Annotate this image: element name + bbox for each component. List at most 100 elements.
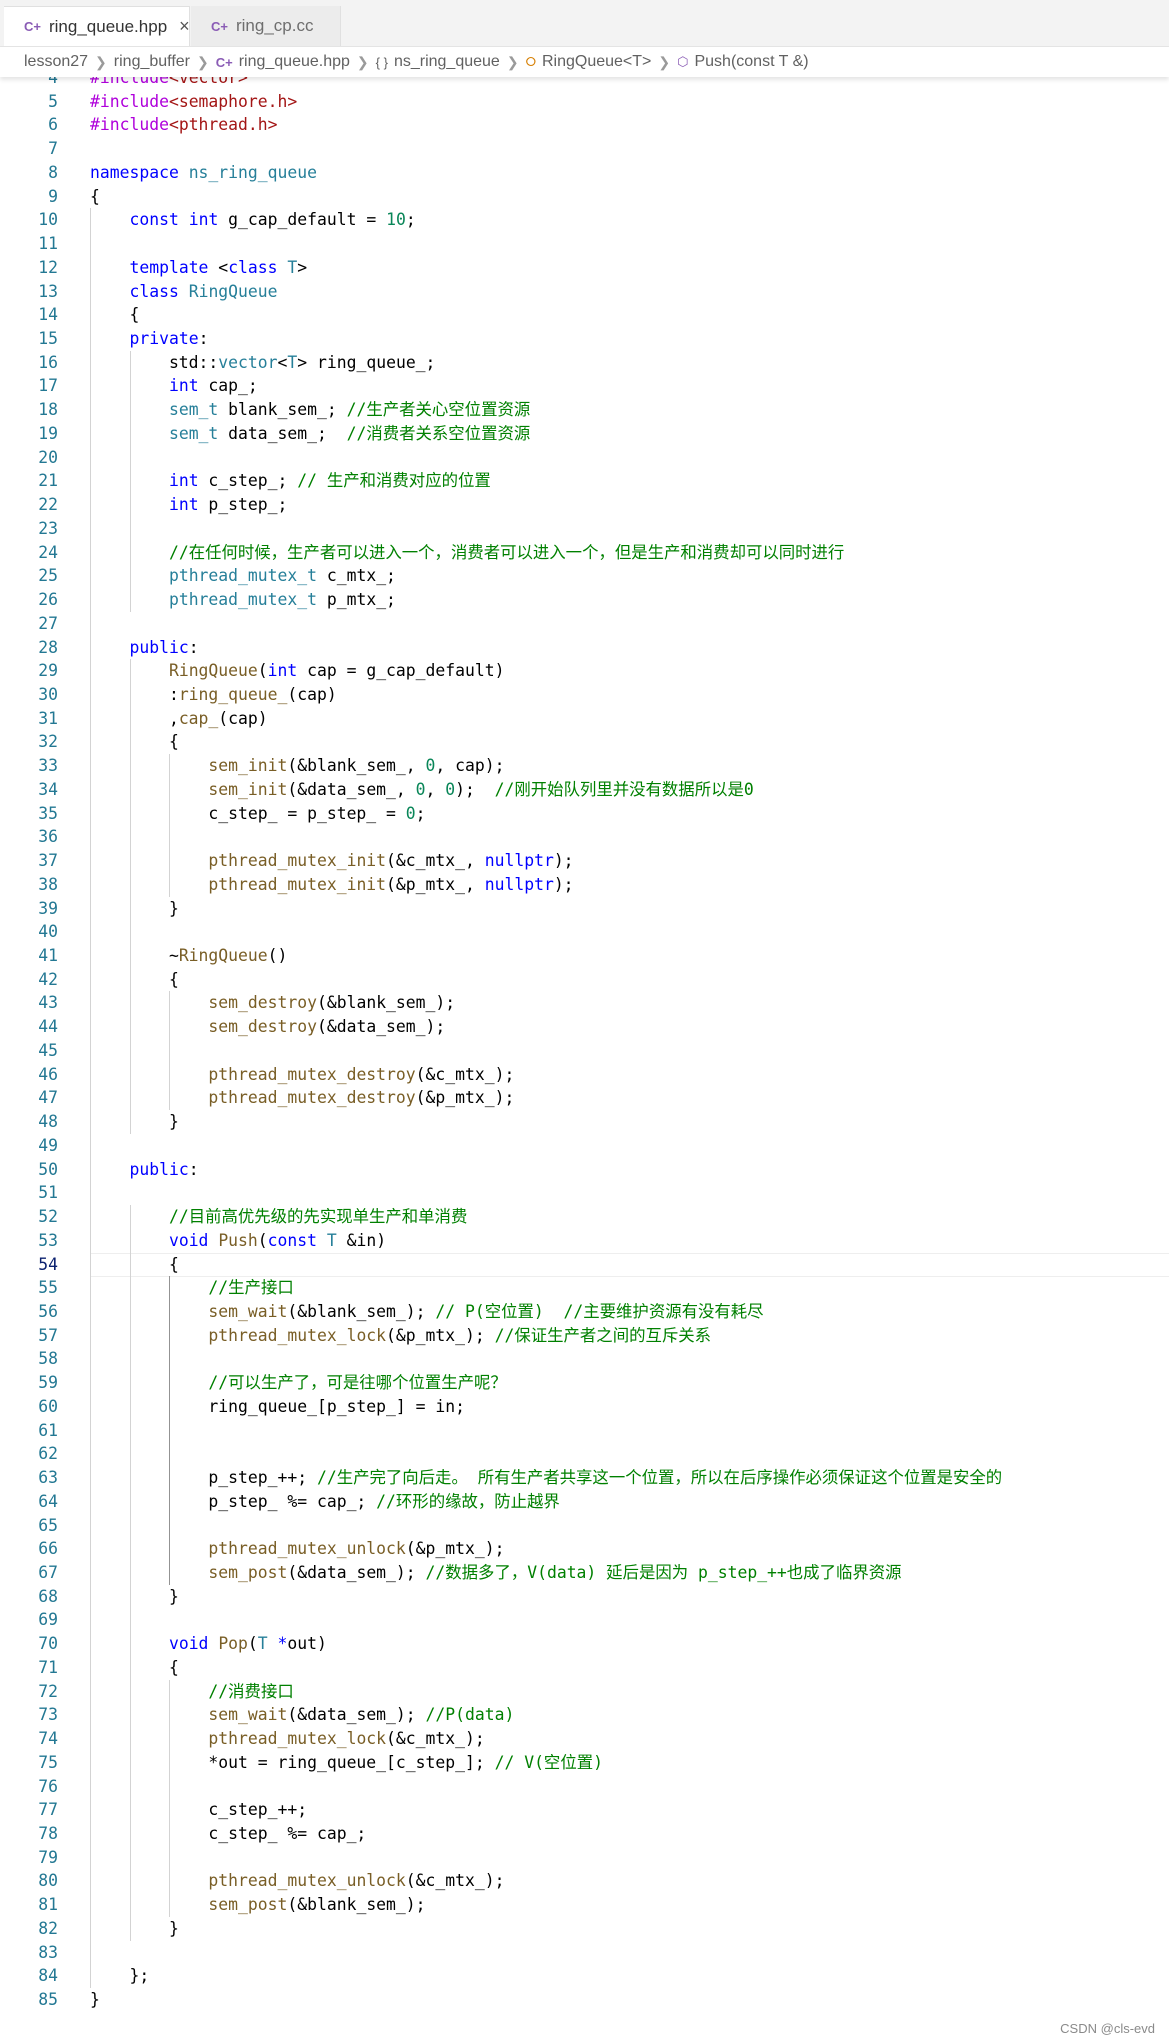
line-number: 73 (38, 1705, 58, 1725)
breadcrumb-class[interactable]: RingQueue<T> (542, 53, 651, 71)
code-line[interactable]: 72 //消费接口 (0, 1680, 1169, 1704)
code-line[interactable]: 57 pthread_mutex_lock(&p_mtx_); //保证生产者之… (0, 1324, 1169, 1348)
code-line[interactable]: 61 (0, 1419, 1169, 1443)
breadcrumb-file[interactable]: ring_queue.hpp (239, 53, 350, 71)
code-line[interactable]: 63 p_step_++; //生产完了向后走。 所有生产者共享这一个位置，所以… (0, 1466, 1169, 1490)
code-line[interactable]: 32 { (0, 730, 1169, 754)
code-line[interactable]: 16 std::vector<T> ring_queue_; (0, 351, 1169, 375)
code-line[interactable]: 25 pthread_mutex_t c_mtx_; (0, 564, 1169, 588)
code-line[interactable]: 19 sem_t data_sem_; //消费者关系空位置资源 (0, 422, 1169, 446)
code-line[interactable]: 26 pthread_mutex_t p_mtx_; (0, 588, 1169, 612)
code-line[interactable]: 60 ring_queue_[p_step_] = in; (0, 1395, 1169, 1419)
code-line[interactable]: 73 sem_wait(&data_sem_); //P(data) (0, 1703, 1169, 1727)
code-line[interactable]: 38 pthread_mutex_init(&p_mtx_, nullptr); (0, 873, 1169, 897)
code-line[interactable]: 48 } (0, 1110, 1169, 1134)
code-line[interactable]: 9{ (0, 185, 1169, 209)
code-line[interactable]: 4 #include<vector> (0, 77, 1169, 90)
breadcrumb-namespace[interactable]: ns_ring_queue (394, 53, 500, 71)
code-line[interactable]: 39 } (0, 897, 1169, 921)
code-line[interactable]: 42 { (0, 968, 1169, 992)
code-line[interactable]: 43 sem_destroy(&blank_sem_); (0, 991, 1169, 1015)
code-line[interactable]: 81 sem_post(&blank_sem_); (0, 1893, 1169, 1917)
code-line[interactable]: 23 (0, 517, 1169, 541)
code-line[interactable]: 55 //生产接口 (0, 1276, 1169, 1300)
code-line[interactable]: 17 int cap_; (0, 374, 1169, 398)
line-number: 17 (38, 376, 58, 396)
code-line[interactable]: 15 private: (0, 327, 1169, 351)
code-line[interactable]: 84 }; (0, 1964, 1169, 1988)
code-line[interactable]: 45 (0, 1039, 1169, 1063)
code-line[interactable]: 76 (0, 1775, 1169, 1799)
close-icon[interactable]: × (179, 16, 190, 37)
code-line[interactable]: 77 c_step_++; (0, 1798, 1169, 1822)
code-line[interactable]: 34 sem_init(&data_sem_, 0, 0); //刚开始队列里并… (0, 778, 1169, 802)
code-line[interactable]: 20 (0, 446, 1169, 470)
breadcrumb-folder-lesson27[interactable]: lesson27 (24, 53, 88, 71)
code-line[interactable]: 69 (0, 1608, 1169, 1632)
code-line[interactable]: 67 sem_post(&data_sem_); //数据多了，V(data) … (0, 1561, 1169, 1585)
code-line[interactable]: 10 const int g_cap_default = 10; (0, 208, 1169, 232)
code-line[interactable]: 75 *out = ring_queue_[c_step_]; // V(空位置… (0, 1751, 1169, 1775)
tab-ring-queue-hpp[interactable]: C+ ring_queue.hpp × (4, 6, 190, 46)
code-line[interactable]: 74 pthread_mutex_lock(&c_mtx_); (0, 1727, 1169, 1751)
code-line[interactable]: 80 pthread_mutex_unlock(&c_mtx_); (0, 1869, 1169, 1893)
code-line[interactable]: 7 (0, 137, 1169, 161)
code-line[interactable]: 54 { (0, 1253, 1169, 1277)
tab-ring-cp-cc[interactable]: C+ ring_cp.cc (191, 6, 341, 46)
code-line[interactable]: 52 //目前高优先级的先实现单生产和单消费 (0, 1205, 1169, 1229)
code-line[interactable]: 58 (0, 1347, 1169, 1371)
code-line[interactable]: 36 (0, 825, 1169, 849)
code-line[interactable]: 83 (0, 1941, 1169, 1965)
code-editor[interactable]: 4 #include<vector> 5 #include<semaphore.h> 6… (0, 77, 1169, 2044)
code-line[interactable]: 35 c_step_ = p_step_ = 0; (0, 802, 1169, 826)
code-line[interactable]: 71 { (0, 1656, 1169, 1680)
code-line[interactable]: 64 p_step_ %= cap_; //环形的缘故，防止越界 (0, 1490, 1169, 1514)
code-line[interactable]: 51 (0, 1181, 1169, 1205)
line-number: 65 (38, 1515, 58, 1535)
code-line[interactable]: 8 namespace ns_ring_queue (0, 161, 1169, 185)
code-line[interactable]: 5 #include<semaphore.h> (0, 90, 1169, 114)
code-line[interactable]: 6 #include<pthread.h> (0, 113, 1169, 137)
code-line[interactable]: 46 pthread_mutex_destroy(&c_mtx_); (0, 1063, 1169, 1087)
code-line[interactable]: 53 void Push(const T &in) (0, 1229, 1169, 1253)
code-line[interactable]: 78 c_step_ %= cap_; (0, 1822, 1169, 1846)
code-line[interactable]: 44 sem_destroy(&data_sem_); (0, 1015, 1169, 1039)
code-line[interactable]: 50 public: (0, 1158, 1169, 1182)
code-line[interactable]: 49 (0, 1134, 1169, 1158)
code-line[interactable]: 47 pthread_mutex_destroy(&p_mtx_); (0, 1086, 1169, 1110)
indent-guide (129, 1205, 131, 1941)
code-line[interactable]: 31 ,cap_(cap) (0, 707, 1169, 731)
code-line[interactable]: 28 public: (0, 636, 1169, 660)
breadcrumb-method[interactable]: Push(const T &) (694, 53, 808, 71)
line-number: 7 (48, 139, 58, 159)
code-line[interactable]: 11 (0, 232, 1169, 256)
code-line[interactable]: 56 sem_wait(&blank_sem_); // P(空位置) //主要… (0, 1300, 1169, 1324)
code-line[interactable]: 12 template <class T> (0, 256, 1169, 280)
line-number: 60 (38, 1396, 58, 1416)
code-line[interactable]: 66 pthread_mutex_unlock(&p_mtx_); (0, 1537, 1169, 1561)
code-line[interactable]: 18 sem_t blank_sem_; //生产者关心空位置资源 (0, 398, 1169, 422)
code-line[interactable]: 22 int p_step_; (0, 493, 1169, 517)
code-line[interactable]: 59 //可以生产了，可是往哪个位置生产呢？ (0, 1371, 1169, 1395)
code-line[interactable]: 68 } (0, 1585, 1169, 1609)
code-line[interactable]: 13 class RingQueue (0, 280, 1169, 304)
code-line[interactable]: 41 ~RingQueue() (0, 944, 1169, 968)
code-line[interactable]: 82 } (0, 1917, 1169, 1941)
breadcrumb-folder-ring-buffer[interactable]: ring_buffer (114, 53, 190, 71)
code-line[interactable]: 70 void Pop(T *out) (0, 1632, 1169, 1656)
code-line[interactable]: 24 //在任何时候，生产者可以进入一个，消费者可以进入一个，但是生产和消费却可… (0, 541, 1169, 565)
code-line[interactable]: 27 (0, 612, 1169, 636)
code-line[interactable]: 65 (0, 1514, 1169, 1538)
code-line[interactable]: 79 (0, 1846, 1169, 1870)
line-number: 27 (38, 613, 58, 633)
code-line[interactable]: 33 sem_init(&blank_sem_, 0, cap); (0, 754, 1169, 778)
code-line[interactable]: 14 { (0, 303, 1169, 327)
code-line[interactable]: 62 (0, 1442, 1169, 1466)
code-line[interactable]: 21 int c_step_; // 生产和消费对应的位置 (0, 469, 1169, 493)
code-line[interactable]: 40 (0, 920, 1169, 944)
code-line[interactable]: 37 pthread_mutex_init(&c_mtx_, nullptr); (0, 849, 1169, 873)
code-line[interactable]: 85} (0, 1988, 1169, 2012)
code-line[interactable]: 29 RingQueue(int cap = g_cap_default) (0, 659, 1169, 683)
code-line[interactable]: 30 :ring_queue_(cap) (0, 683, 1169, 707)
code-text: { (90, 1657, 179, 1677)
